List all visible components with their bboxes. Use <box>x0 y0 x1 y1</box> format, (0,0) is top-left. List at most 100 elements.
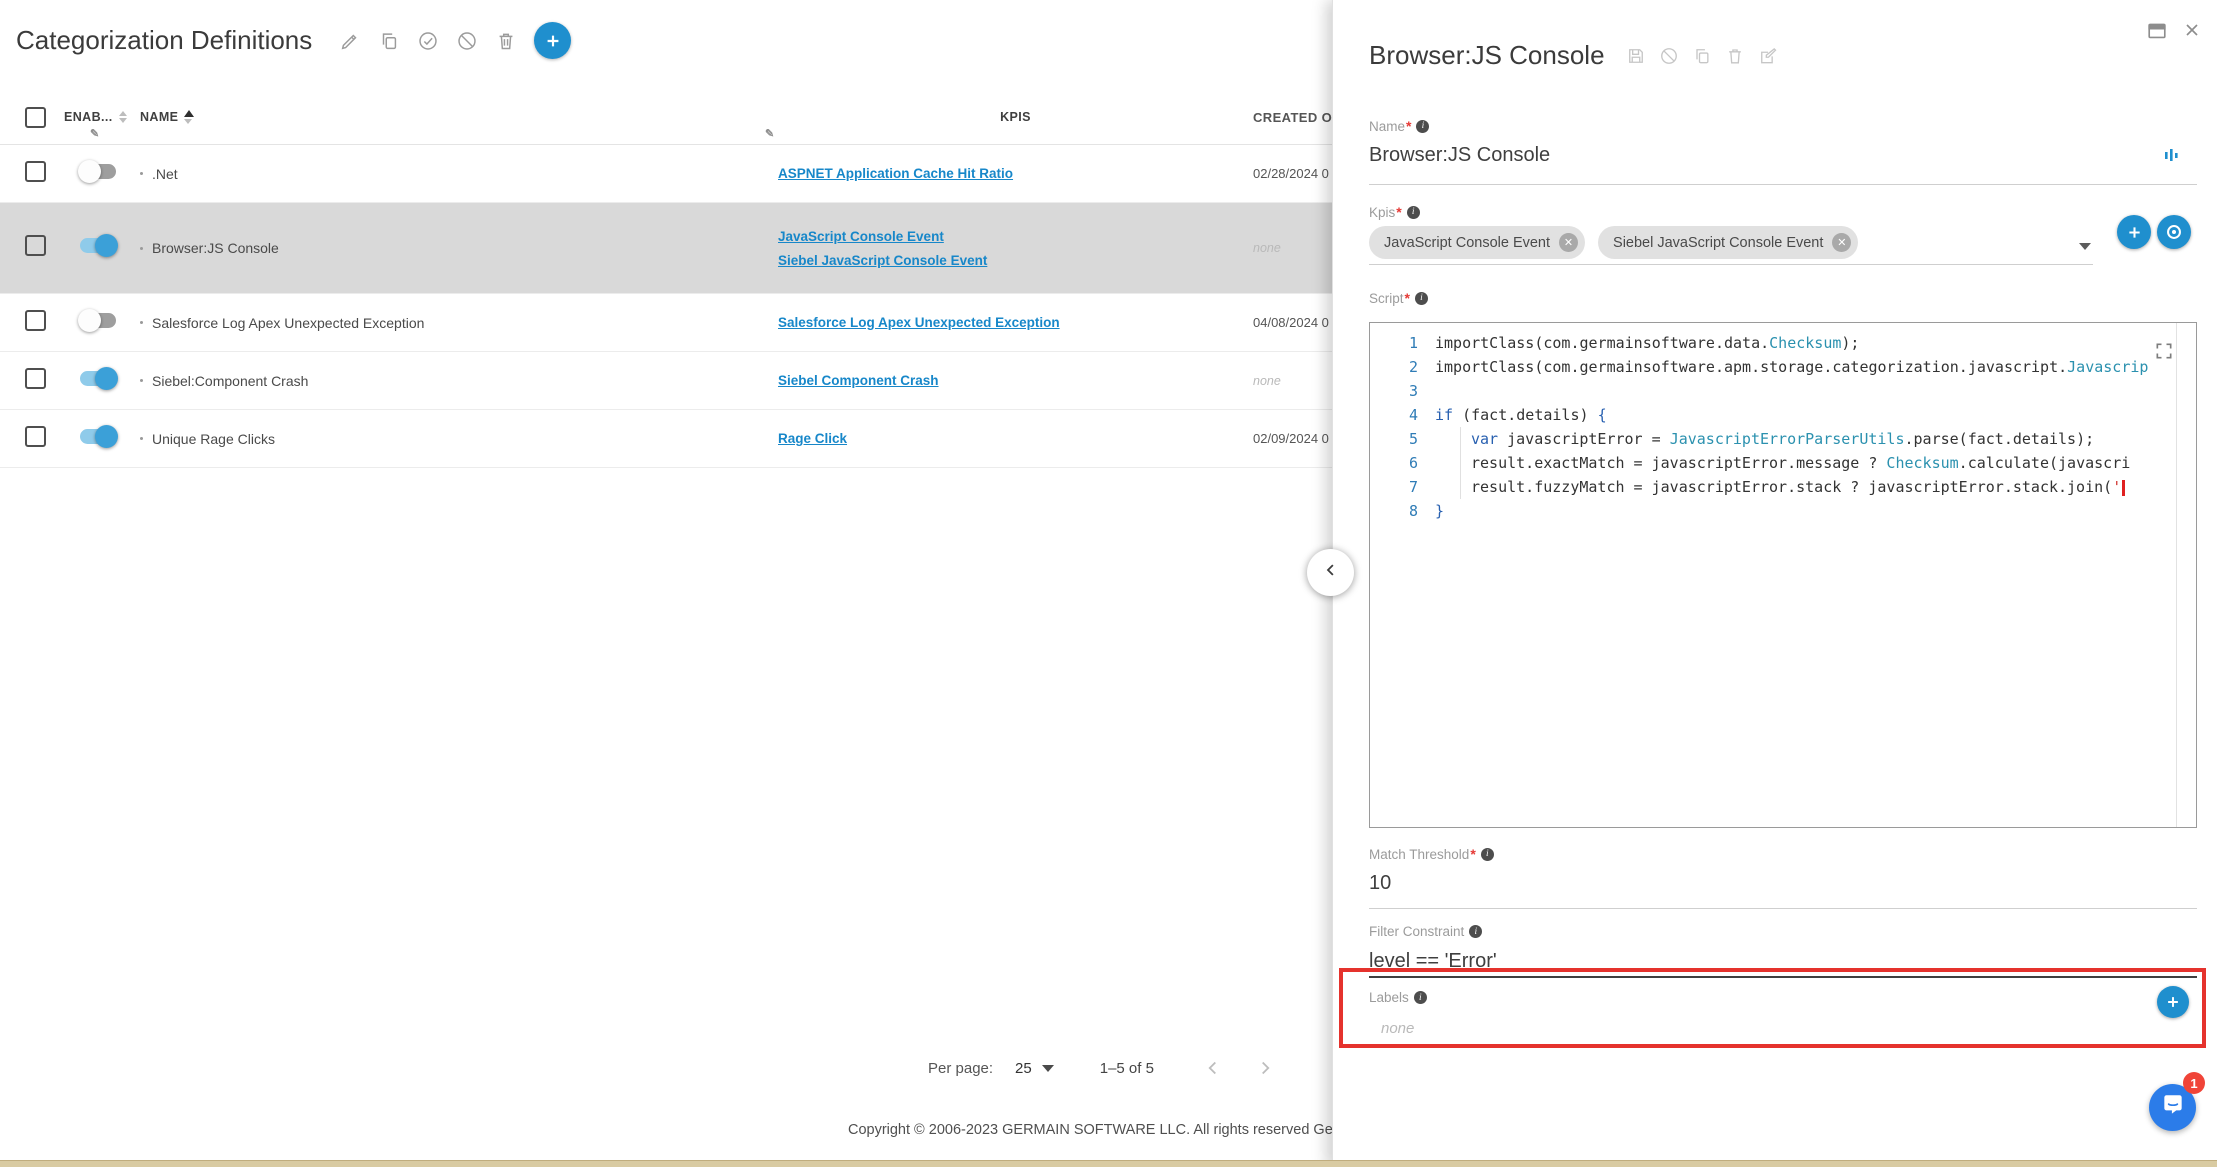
row-checkbox[interactable] <box>25 310 46 331</box>
line-number: 2 <box>1370 355 1435 379</box>
sort-icons-active[interactable] <box>184 110 194 124</box>
line-text: importClass(com.germainsoftware.apm.stor… <box>1435 355 2196 379</box>
row-checkbox[interactable] <box>25 235 46 256</box>
chat-unread-badge: 1 <box>2183 1072 2205 1094</box>
ban-icon[interactable] <box>1659 46 1679 66</box>
chevron-down-icon[interactable] <box>2079 243 2091 250</box>
definition-name: Salesforce Log Apex Unexpected Exception <box>152 315 424 331</box>
collapse-panel-button[interactable] <box>1307 549 1354 596</box>
remove-chip-icon[interactable]: ✕ <box>1832 233 1851 252</box>
detail-panel: Browser:JS Console Name* Browser:JS Cons… <box>1332 0 2217 1167</box>
column-header-name[interactable]: NAME <box>140 110 178 124</box>
info-icon <box>1415 292 1428 305</box>
line-text: if (fact.details) { <box>1435 403 2196 427</box>
kpi-chip[interactable]: JavaScript Console Event ✕ <box>1369 226 1585 259</box>
created-on: 04/08/2024 0 <box>1253 315 1332 330</box>
remove-chip-icon[interactable]: ✕ <box>1559 233 1578 252</box>
select-all-checkbox[interactable] <box>25 107 46 128</box>
per-page-label: Per page: <box>928 1060 993 1077</box>
match-threshold-label: Match Threshold* <box>1369 846 1494 862</box>
script-code-editor[interactable]: 1 importClass(com.germainsoftware.data.C… <box>1369 322 2197 828</box>
code-line: 1 importClass(com.germainsoftware.data.C… <box>1370 331 2196 355</box>
add-definition-button[interactable] <box>534 22 571 59</box>
kpi-links: Salesforce Log Apex Unexpected Exception <box>778 315 1253 330</box>
toggle-knob <box>78 309 101 332</box>
filter-constraint-input[interactable]: level == 'Error' <box>1369 950 1497 973</box>
row-checkbox[interactable] <box>25 426 46 447</box>
prev-page-button[interactable] <box>1202 1057 1224 1079</box>
name-input[interactable]: Browser:JS Console <box>1369 144 1550 167</box>
row-checkbox[interactable] <box>25 161 46 182</box>
filter-constraint-label: Filter Constraint <box>1369 924 1482 939</box>
table-row[interactable]: Siebel:Component Crash Siebel Component … <box>0 352 1332 410</box>
page-range: 1–5 of 5 <box>1100 1060 1154 1077</box>
kpi-link[interactable]: JavaScript Console Event <box>778 229 944 244</box>
popout-window-icon[interactable] <box>2146 20 2168 42</box>
add-kpi-button[interactable] <box>2117 215 2151 249</box>
toggle-knob <box>95 367 118 390</box>
add-label-button[interactable] <box>2157 986 2189 1018</box>
column-header-created[interactable]: CREATED O <box>1253 110 1332 125</box>
code-line: 6 result.exactMatch = javascriptError.me… <box>1370 451 2196 475</box>
editable-column-icon: ✎ <box>765 127 775 140</box>
table-row[interactable]: Unique Rage Clicks Rage Click 02/09/2024… <box>0 410 1332 468</box>
row-dot-icon <box>140 247 143 250</box>
editor-scrollbar[interactable] <box>2176 323 2177 827</box>
sort-icons[interactable] <box>119 111 127 123</box>
name-underline <box>1369 184 2197 185</box>
enabled-toggle[interactable] <box>80 164 116 179</box>
match-threshold-input[interactable]: 10 <box>1369 872 1391 895</box>
code-line: 3 <box>1370 379 2196 403</box>
panel-window-controls <box>2146 20 2202 42</box>
column-header-enabled[interactable]: ENAB... <box>64 110 113 124</box>
line-text: result.exactMatch = javascriptError.mess… <box>1435 451 2196 475</box>
info-icon <box>1469 925 1482 938</box>
kpi-link[interactable]: Salesforce Log Apex Unexpected Exception <box>778 315 1060 330</box>
kpi-link[interactable]: Siebel JavaScript Console Event <box>778 253 987 268</box>
fullscreen-icon[interactable] <box>2154 341 2174 361</box>
chevron-down-icon <box>1042 1065 1054 1072</box>
trash-icon[interactable] <box>1725 46 1745 66</box>
kpi-links: ASPNET Application Cache Hit Ratio <box>778 166 1253 181</box>
enabled-toggle[interactable] <box>80 313 116 328</box>
footer: Copyright © 2006-2023 GERMAIN SOFTWARE L… <box>0 1122 1332 1138</box>
table-row[interactable]: Browser:JS Console JavaScript Console Ev… <box>0 203 1332 294</box>
enabled-toggle[interactable] <box>80 371 116 386</box>
app-window: Categorization Definitions ENAB... ✎ <box>0 0 2217 1167</box>
insert-variable-icon[interactable] <box>2163 146 2179 164</box>
code-line: 8 } <box>1370 499 2196 523</box>
main-content: Categorization Definitions ENAB... ✎ <box>0 0 1332 1167</box>
view-kpi-button[interactable] <box>2157 215 2191 249</box>
kpi-link[interactable]: Siebel Component Crash <box>778 373 939 388</box>
trash-icon[interactable] <box>495 30 517 52</box>
annotation-highlight <box>1339 968 2206 1048</box>
copy-icon[interactable] <box>1692 46 1712 66</box>
next-page-button[interactable] <box>1254 1057 1276 1079</box>
edit-square-icon[interactable] <box>1758 46 1778 66</box>
created-on: none <box>1253 374 1332 388</box>
kpi-chip[interactable]: Siebel JavaScript Console Event ✕ <box>1598 226 1858 259</box>
save-icon[interactable] <box>1626 46 1646 66</box>
copyright: Copyright © 2006-2023 GERMAIN SOFTWARE L… <box>0 1122 1332 1138</box>
column-header-kpis[interactable]: KPIS <box>1000 110 1031 124</box>
kpi-link[interactable]: Rage Click <box>778 431 847 446</box>
script-field-label: Script* <box>1369 290 1428 306</box>
check-circle-icon[interactable] <box>417 30 439 52</box>
enabled-toggle[interactable] <box>80 238 116 253</box>
match-threshold-underline <box>1369 908 2197 909</box>
created-on: 02/09/2024 0 <box>1253 431 1332 446</box>
kpi-link[interactable]: ASPNET Application Cache Hit Ratio <box>778 166 1013 181</box>
required-asterisk: * <box>1406 118 1411 134</box>
enabled-toggle[interactable] <box>80 429 116 444</box>
close-icon[interactable] <box>2182 20 2202 42</box>
edit-icon[interactable] <box>339 30 361 52</box>
line-number: 7 <box>1370 475 1435 499</box>
line-number: 8 <box>1370 499 1435 523</box>
table-row[interactable]: .Net ASPNET Application Cache Hit Ratio … <box>0 145 1332 203</box>
toggle-knob <box>95 425 118 448</box>
copy-icon[interactable] <box>378 30 400 52</box>
per-page-select[interactable]: 25 <box>1015 1060 1054 1077</box>
ban-icon[interactable] <box>456 30 478 52</box>
table-row[interactable]: Salesforce Log Apex Unexpected Exception… <box>0 294 1332 352</box>
row-checkbox[interactable] <box>25 368 46 389</box>
